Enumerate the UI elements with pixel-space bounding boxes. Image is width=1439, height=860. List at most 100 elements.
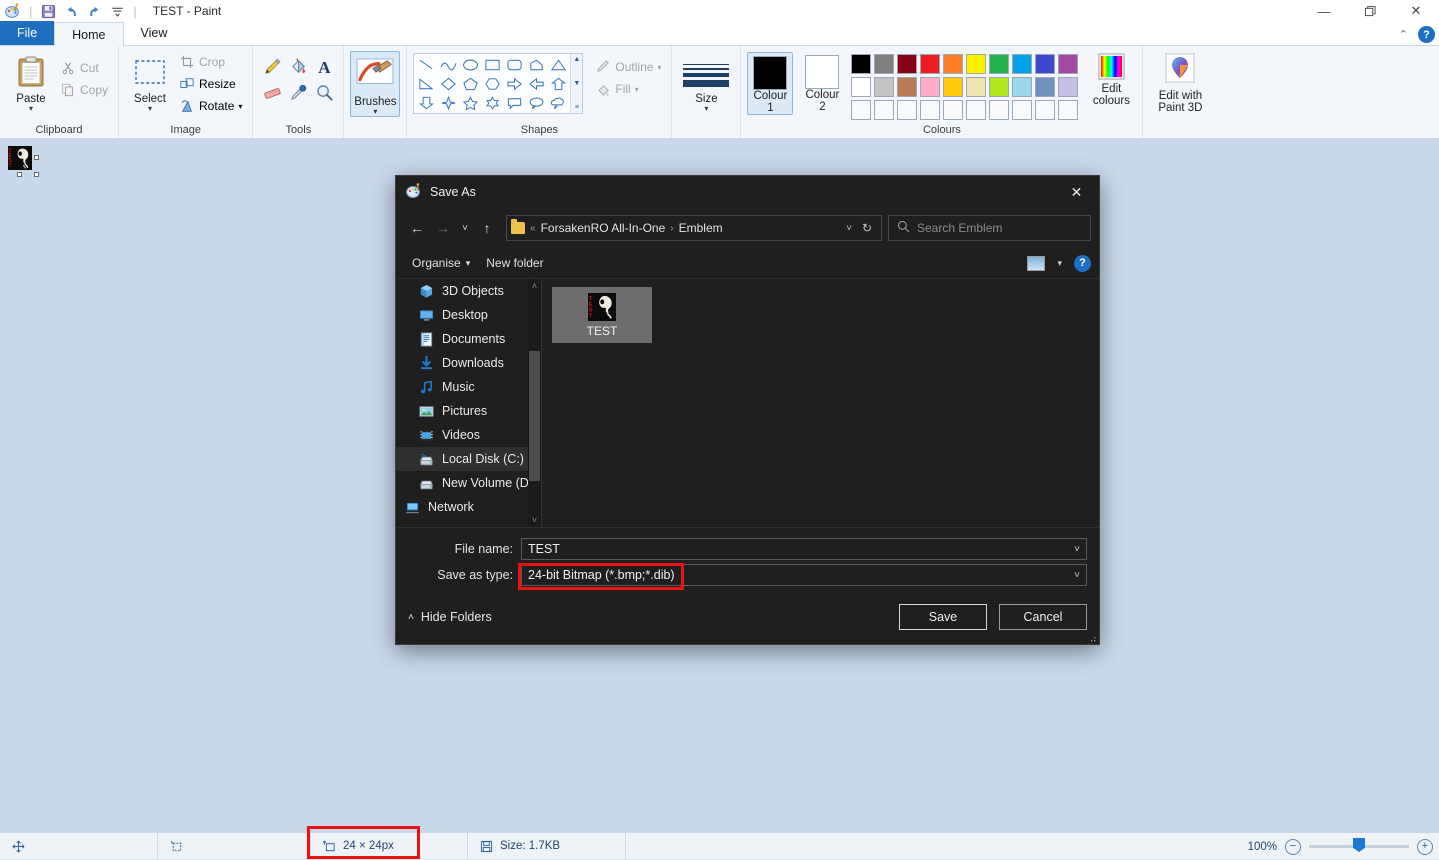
address-bar[interactable]: « ForsakenRO All-In-One › Emblem ˅ ↻ [506, 215, 882, 241]
shapes-expand-icon[interactable]: ≡ [575, 104, 579, 111]
close-button[interactable]: ✕ [1393, 0, 1439, 22]
rotate-button[interactable]: Rotate ▾ [175, 95, 246, 117]
copy-button[interactable]: Copy [56, 79, 112, 101]
paste-dropdown-icon[interactable]: ▾ [29, 105, 33, 113]
palette-swatch-2-9[interactable] [1058, 100, 1078, 120]
breadcrumb-separator[interactable]: › [670, 223, 673, 234]
resize-handle-corner[interactable] [34, 172, 39, 177]
palette-swatch-0-0[interactable] [851, 54, 871, 74]
palette-swatch-2-4[interactable] [943, 100, 963, 120]
resize-handle-right[interactable] [34, 155, 39, 160]
forward-button[interactable]: → [430, 215, 456, 241]
file-list-pane[interactable]: TEST TEST [541, 279, 1099, 527]
nav-scroll-down-icon[interactable]: ˅ [532, 513, 537, 527]
palette-swatch-0-6[interactable] [989, 54, 1009, 74]
view-caret-icon[interactable]: ▾ [1057, 258, 1062, 269]
navigation-scroll-thumb[interactable] [529, 351, 540, 481]
cut-button[interactable]: Cut [56, 57, 112, 79]
up-button[interactable]: ↑ [474, 215, 500, 241]
palette-swatch-2-7[interactable] [1012, 100, 1032, 120]
tab-file[interactable]: File [0, 21, 54, 45]
palette-swatch-1-4[interactable] [943, 77, 963, 97]
colour2-button[interactable]: Colour 2 [799, 52, 845, 113]
palette-swatch-2-6[interactable] [989, 100, 1009, 120]
size-dropdown-icon[interactable]: ▾ [704, 105, 708, 113]
shape-curve[interactable] [437, 55, 459, 74]
shape-four-point-star[interactable] [437, 93, 459, 112]
nav-item-pictures[interactable]: Pictures [396, 399, 541, 423]
minimize-button[interactable]: — [1301, 0, 1347, 22]
shapes-scroll-down-icon[interactable]: ▼ [573, 80, 580, 87]
search-box[interactable]: Search Emblem [888, 215, 1091, 241]
back-button[interactable]: ← [404, 215, 430, 241]
tab-view[interactable]: View [124, 21, 185, 45]
palette-swatch-0-8[interactable] [1035, 54, 1055, 74]
zoom-in-button[interactable]: + [1417, 839, 1433, 855]
colour-picker-tool[interactable] [285, 81, 311, 107]
nav-item-3d-objects[interactable]: 3D Objects [396, 279, 541, 303]
select-dropdown-icon[interactable]: ▾ [148, 105, 152, 113]
zoom-slider-thumb[interactable] [1353, 838, 1365, 852]
refresh-icon[interactable]: ↻ [857, 221, 877, 235]
tab-home[interactable]: Home [54, 22, 123, 46]
shape-oval-callout[interactable] [525, 93, 547, 112]
shapes-scroll-up-icon[interactable]: ▲ [573, 56, 580, 63]
fill-button[interactable]: Fill ▾ [591, 78, 665, 100]
shape-rounded-callout[interactable] [503, 93, 525, 112]
shape-oval[interactable] [459, 55, 481, 74]
hide-folders-button[interactable]: ˄ Hide Folders [408, 610, 492, 624]
save-as-type-input[interactable]: 24-bit Bitmap (*.bmp;*.dib) ˅ [521, 564, 1087, 586]
address-dropdown-icon[interactable]: ˅ [846, 223, 852, 234]
palette-swatch-2-8[interactable] [1035, 100, 1055, 120]
nav-item-videos[interactable]: Videos [396, 423, 541, 447]
palette-swatch-1-8[interactable] [1035, 77, 1055, 97]
shapes-scroll[interactable]: ▲ ▼ ≡ [570, 54, 582, 113]
recent-locations-button[interactable]: ˅ [456, 215, 474, 241]
colour1-button[interactable]: Colour 1 [747, 52, 793, 115]
palette-swatch-0-9[interactable] [1058, 54, 1078, 74]
resize-button[interactable]: Resize [175, 73, 246, 95]
shapes-gallery[interactable]: ▲ ▼ ≡ [413, 53, 583, 114]
magnifier-tool[interactable] [311, 81, 337, 107]
nav-item-local-disk-c[interactable]: Local Disk (C:) [396, 447, 541, 471]
shape-cloud-callout[interactable] [547, 93, 569, 112]
palette-swatch-0-2[interactable] [897, 54, 917, 74]
nav-item-documents[interactable]: Documents [396, 327, 541, 351]
nav-item-network[interactable]: Network [396, 495, 541, 519]
new-folder-button[interactable]: New folder [478, 251, 551, 275]
palette-swatch-1-7[interactable] [1012, 77, 1032, 97]
fill-dropdown-icon[interactable]: ▾ [635, 85, 639, 94]
canvas-image[interactable]: TEST [8, 146, 32, 170]
help-icon[interactable]: ? [1418, 26, 1435, 43]
size-button[interactable]: Size ▾ [678, 49, 734, 113]
palette-swatch-0-4[interactable] [943, 54, 963, 74]
palette-swatch-0-1[interactable] [874, 54, 894, 74]
rotate-dropdown-icon[interactable]: ▾ [238, 102, 242, 111]
save-as-type-dropdown-icon[interactable]: ˅ [1074, 570, 1080, 581]
organise-button[interactable]: Organise ▾ [404, 251, 478, 275]
brushes-dropdown-icon[interactable]: ▾ [373, 108, 377, 116]
outline-dropdown-icon[interactable]: ▾ [657, 63, 661, 72]
paste-button[interactable]: Paste ▾ [6, 49, 56, 113]
dialog-help-icon[interactable]: ? [1074, 255, 1091, 272]
palette-swatch-0-3[interactable] [920, 54, 940, 74]
collapse-ribbon-icon[interactable]: ⌃ [1399, 28, 1408, 41]
palette-swatch-0-7[interactable] [1012, 54, 1032, 74]
cancel-button[interactable]: Cancel [999, 604, 1087, 630]
shape-five-point-star[interactable] [459, 93, 481, 112]
shape-down-arrow[interactable] [415, 93, 437, 112]
shape-line[interactable] [415, 55, 437, 74]
file-item-test[interactable]: TEST TEST [552, 287, 652, 343]
shape-left-arrow[interactable] [525, 74, 547, 93]
nav-scroll-up-icon[interactable]: ˄ [532, 279, 537, 293]
select-button[interactable]: Select ▾ [125, 49, 175, 113]
zoom-out-button[interactable]: − [1285, 839, 1301, 855]
resize-handle-bottom[interactable] [17, 172, 22, 177]
palette-swatch-1-6[interactable] [989, 77, 1009, 97]
palette-swatch-1-3[interactable] [920, 77, 940, 97]
palette-swatch-1-2[interactable] [897, 77, 917, 97]
nav-item-downloads[interactable]: Downloads [396, 351, 541, 375]
edit-colours-button[interactable]: Edit colours [1086, 52, 1136, 107]
nav-item-music[interactable]: Music [396, 375, 541, 399]
outline-button[interactable]: Outline ▾ [591, 56, 665, 78]
